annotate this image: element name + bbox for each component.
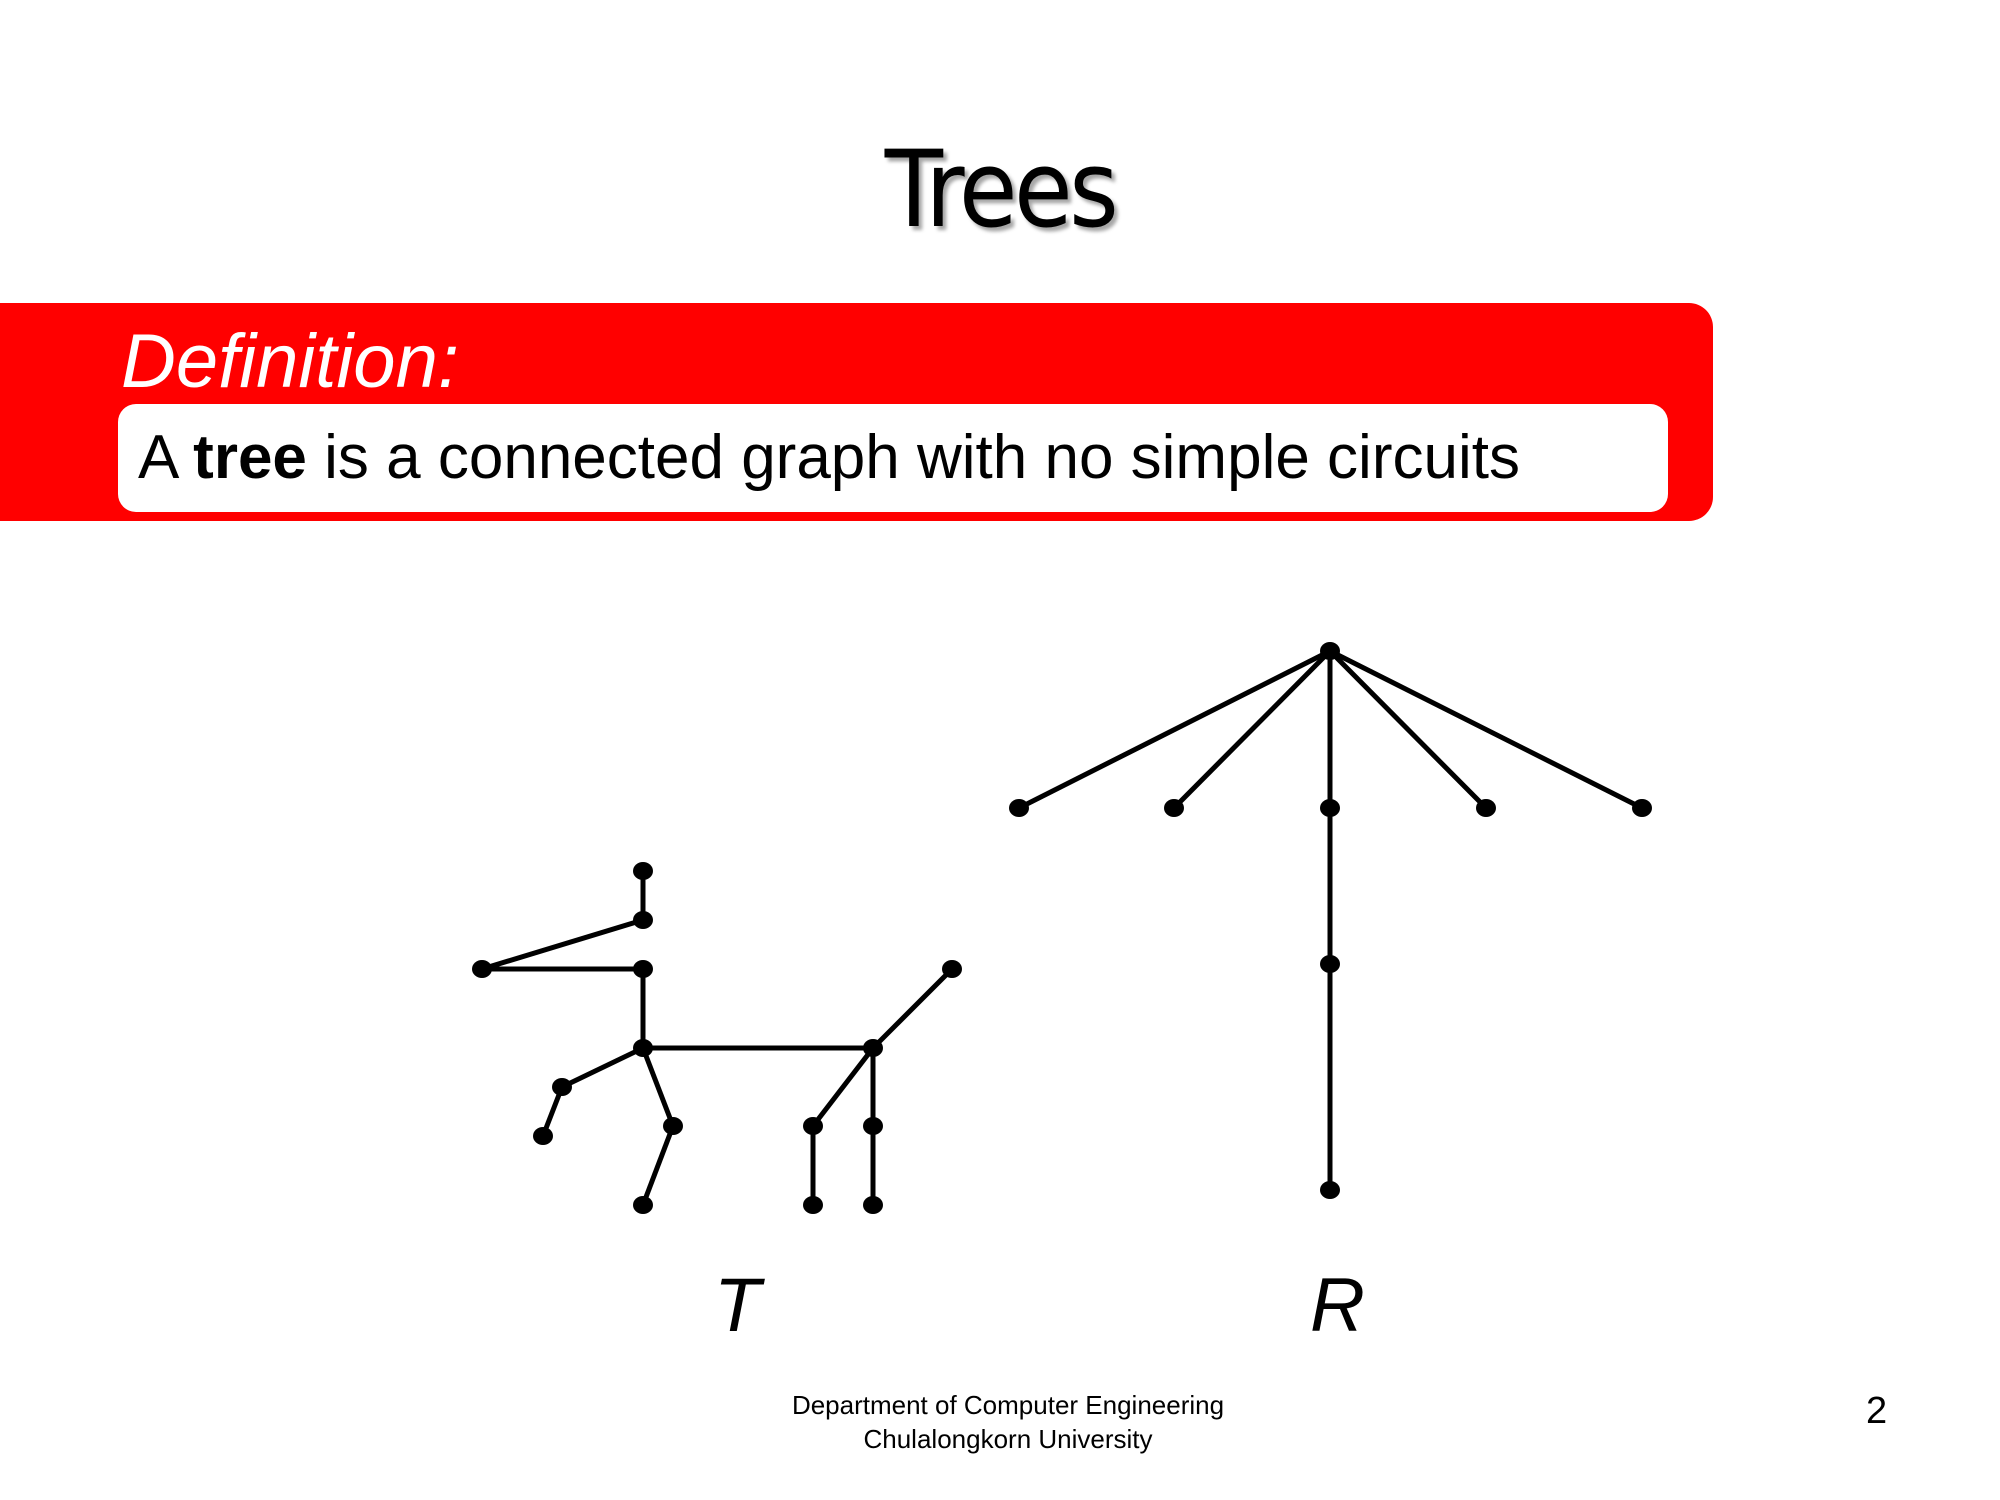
vertex [663,1117,683,1135]
vertex [472,960,492,978]
vertex [633,960,653,978]
footer: Department of Computer Engineering Chula… [0,1388,2000,1456]
graph-label-r: R [1310,1263,1365,1348]
vertex [1476,799,1496,817]
tree-r [1009,642,1652,1199]
edge [1172,649,1332,810]
edge [640,1047,676,1127]
vertex [803,1117,823,1135]
vertex [1164,799,1184,817]
vertex [633,1196,653,1214]
vertex [803,1196,823,1214]
tree-t [472,862,962,1214]
edge [560,1045,645,1090]
vertex [1632,799,1652,817]
edge [1328,648,1644,811]
vertex [1320,642,1340,660]
tree-diagrams [472,642,1652,1214]
vertex [533,1127,553,1145]
page-number: 2 [1866,1390,1888,1432]
slide: Trees Definition: A tree is a connected … [0,0,2000,1500]
edge [640,1125,676,1206]
vertex [863,1039,883,1057]
tree-t-edges [481,871,954,1206]
vertex [1009,799,1029,817]
vertex [633,1039,653,1057]
tree-r-edges [1017,648,1644,1190]
edge [811,1046,875,1128]
vertex [552,1078,572,1096]
vertex [863,1117,883,1135]
vertex [1320,1181,1340,1199]
footer-department: Department of Computer Engineering [791,1390,1225,1420]
edge [1017,648,1332,811]
vertex [1320,955,1340,973]
vertex [633,911,653,929]
edge [481,917,644,972]
footer-university: Chulalongkorn University [863,1424,1153,1454]
vertex [863,1196,883,1214]
edge [871,967,954,1050]
edge [1328,649,1488,810]
tree-t-vertices [472,862,962,1214]
vertex [942,960,962,978]
vertex [633,862,653,880]
graph-label-t: T [714,1263,761,1348]
vertex [1320,799,1340,817]
